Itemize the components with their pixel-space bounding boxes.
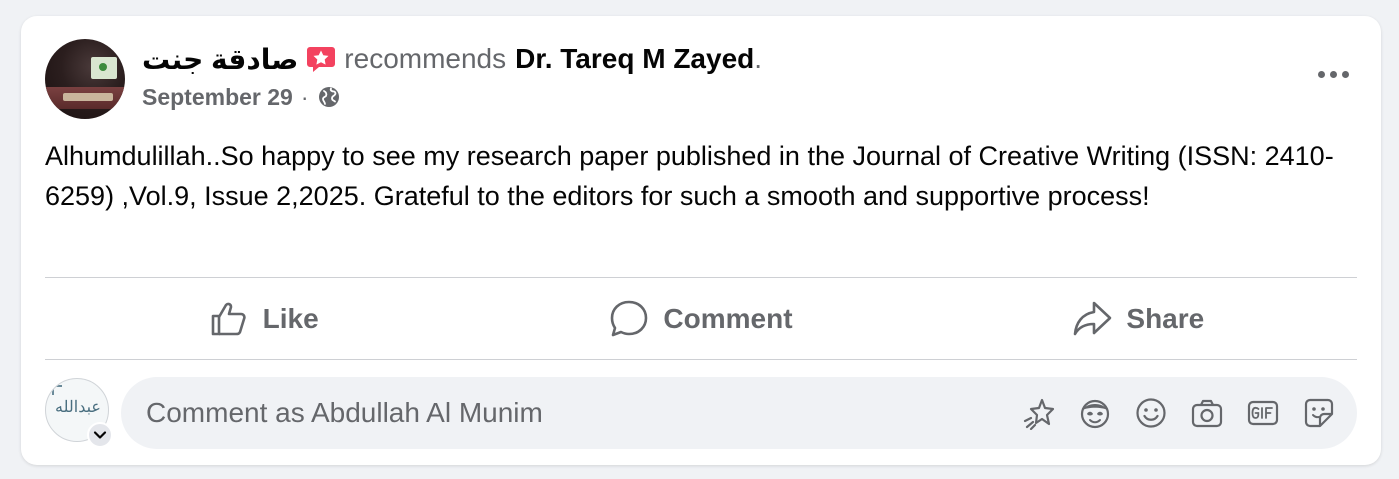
avatar-sticker-icon [1080, 399, 1110, 429]
post-body-text: Alhumdulillah..So happy to see my resear… [45, 141, 1334, 211]
sticker-spark-button[interactable] [1021, 395, 1057, 431]
avatar-banner [91, 57, 117, 79]
camera-icon [1191, 399, 1223, 428]
share-arrow-icon [1074, 301, 1112, 336]
like-label: Like [262, 303, 319, 334]
profile-switch-button[interactable] [87, 422, 113, 448]
avatar-frame-corner [52, 385, 62, 395]
globe-icon [318, 87, 339, 107]
composer-tools [1021, 395, 1337, 431]
share-button[interactable]: Share [920, 278, 1357, 360]
divider-bottom [45, 359, 1357, 360]
like-button[interactable]: Like [45, 278, 482, 360]
comment-composer [121, 377, 1357, 449]
share-label: Share [1126, 303, 1205, 334]
comment-bubble-icon [611, 300, 648, 337]
avatar-table [63, 93, 113, 101]
post-actions: Like Comment Share [45, 278, 1357, 360]
author-avatar[interactable] [45, 39, 125, 119]
thumbs-up-icon [211, 302, 246, 336]
comment-input[interactable] [146, 397, 1006, 429]
recommend-star-icon [306, 44, 336, 74]
more-dot [1341, 70, 1349, 78]
post-header-line: صادقة جنت recommends Dr. Tareq M Zayed . [142, 41, 762, 77]
more-dot [1317, 70, 1325, 78]
more-options-button[interactable] [1313, 62, 1353, 86]
post-meta: September 29 · [142, 82, 341, 112]
post-date[interactable]: September 29 [142, 84, 293, 111]
emoji-icon [1136, 398, 1166, 428]
sticker-spark-icon [1023, 398, 1055, 430]
avatar-calligraphy: عبدالله [55, 397, 101, 416]
more-dot [1329, 70, 1337, 78]
gif-button[interactable] [1245, 395, 1281, 431]
comment-label: Comment [663, 303, 793, 334]
avatar-sticker-button[interactable] [1077, 395, 1113, 431]
meta-separator: · [300, 83, 309, 110]
sticker-button[interactable] [1301, 395, 1337, 431]
sticker-icon [1304, 398, 1334, 428]
gif-icon [1247, 400, 1279, 426]
recommends-text: recommends [344, 43, 507, 74]
chevron-down-icon [93, 431, 107, 439]
post-card: صادقة جنت recommends Dr. Tareq M Zayed .… [21, 16, 1381, 465]
trailing-period: . [754, 43, 763, 74]
comment-button[interactable]: Comment [482, 278, 919, 360]
camera-button[interactable] [1189, 395, 1225, 431]
recommended-page-name[interactable]: Dr. Tareq M Zayed [515, 43, 754, 75]
author-name[interactable]: صادقة جنت [142, 43, 298, 76]
emoji-button[interactable] [1133, 395, 1169, 431]
